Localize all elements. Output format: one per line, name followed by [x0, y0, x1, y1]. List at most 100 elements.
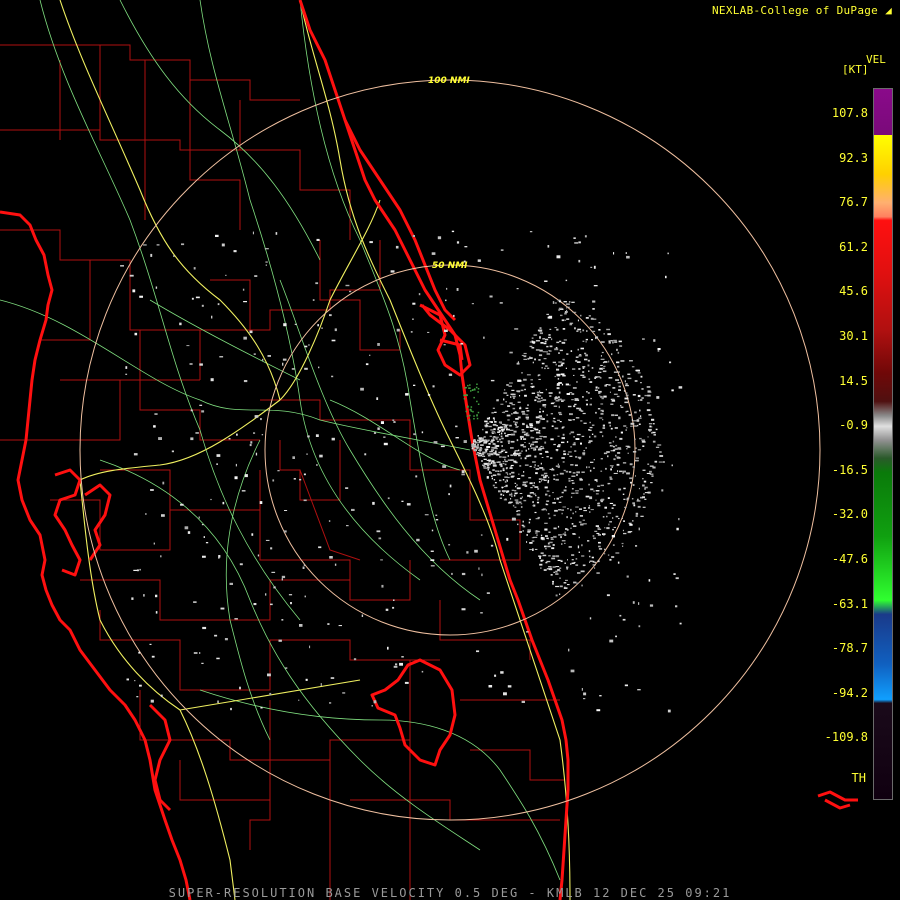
- echo-pixel: [327, 623, 330, 625]
- echo-pixel: [522, 530, 524, 532]
- echo-pixel: [547, 245, 550, 248]
- echo-pixel: [507, 419, 510, 421]
- echo-pixel: [525, 449, 527, 452]
- echo-pixel: [574, 450, 577, 452]
- echo-pixel: [586, 391, 588, 393]
- echo-pixel: [277, 470, 280, 472]
- echo-pixel: [490, 440, 494, 443]
- echo-pixel: [510, 464, 514, 467]
- echo-pixel: [500, 671, 504, 674]
- echo-pixel: [576, 330, 579, 332]
- echo-pixel: [290, 602, 292, 605]
- range-rings: [79, 79, 821, 821]
- echo-pixel: [553, 443, 556, 446]
- echo-pixel: [507, 455, 509, 457]
- echo-pixel: [500, 432, 503, 435]
- echo-pixel: [551, 338, 553, 341]
- echo-pixel: [583, 523, 587, 525]
- echo-pixel: [507, 405, 511, 407]
- echo-pixel: [548, 566, 552, 568]
- echo-pixel: [554, 348, 559, 351]
- echo-pixel: [474, 549, 478, 553]
- echo-pixel: [509, 429, 514, 431]
- echo-pixel: [586, 403, 588, 406]
- echo-pixel: [562, 328, 566, 330]
- legend-value-9: -32.0: [831, 507, 868, 522]
- echo-pixel: [566, 393, 571, 395]
- echo-pixel: [507, 440, 511, 443]
- echo-pixel: [526, 410, 530, 412]
- echo-pixel: [561, 383, 564, 386]
- echo-pixel: [578, 368, 581, 370]
- echo-pixel: [582, 564, 585, 567]
- echo-pixel: [635, 515, 638, 517]
- echo-pixel: [561, 540, 566, 542]
- legend-value-1: 92.3: [839, 150, 868, 165]
- echo-pixel: [448, 544, 451, 546]
- echo-pixel: [537, 499, 539, 501]
- echo-pixel: [637, 372, 641, 374]
- echo-pixel: [249, 443, 252, 447]
- echo-pixel: [488, 472, 492, 474]
- echo-pixel: [529, 465, 532, 468]
- echo-pixel: [607, 497, 610, 499]
- echo-pixel: [495, 453, 500, 456]
- echo-pixel: [342, 692, 346, 694]
- echo-pixel: [609, 502, 614, 504]
- echo-pixel: [498, 470, 500, 472]
- echo-pixel: [493, 428, 496, 431]
- echo-pixel: [477, 403, 480, 405]
- echo-pixel: [136, 569, 139, 572]
- echo-pixel: [653, 434, 656, 436]
- echo-pixel: [523, 358, 527, 360]
- echo-pixel: [568, 471, 572, 473]
- echo-pixel: [580, 410, 584, 412]
- echo-pixel: [613, 371, 618, 373]
- echo-pixel: [233, 250, 237, 253]
- echo-pixel: [540, 552, 544, 554]
- echo-pixel: [642, 478, 644, 480]
- echo-pixel: [413, 384, 416, 386]
- echo-pixel: [558, 365, 562, 367]
- echo-pixel: [228, 438, 231, 440]
- echo-pixel: [592, 308, 595, 310]
- echo-pixel: [353, 658, 357, 661]
- echo-pixel: [526, 541, 528, 543]
- echo-pixel: [461, 572, 466, 576]
- echo-pixel: [636, 500, 641, 502]
- echo-pixel: [475, 453, 480, 455]
- echo-pixel: [597, 504, 601, 507]
- echo-pixel: [602, 424, 605, 427]
- echo-pixel: [625, 383, 628, 385]
- echo-pixel: [605, 384, 609, 386]
- echo-pixel: [307, 435, 310, 438]
- echo-pixel: [558, 309, 560, 311]
- echo-pixel: [525, 433, 528, 435]
- echo-pixel: [593, 537, 596, 540]
- echo-pixel: [609, 558, 612, 561]
- echo-pixel: [610, 403, 614, 405]
- echo-pixel: [243, 380, 248, 383]
- echo-pixel: [623, 498, 626, 500]
- echo-pixel: [471, 447, 474, 450]
- echo-pixel: [525, 455, 529, 458]
- echo-pixel: [395, 245, 399, 249]
- echo-pixel: [518, 454, 521, 457]
- echo-pixel: [526, 426, 529, 428]
- echo-pixel: [550, 574, 553, 576]
- echo-pixel: [578, 551, 580, 553]
- echo-pixel: [316, 238, 320, 241]
- echo-pixel: [566, 528, 569, 531]
- echo-pixel: [535, 518, 540, 520]
- echo-pixel: [648, 428, 652, 431]
- echo-pixel: [484, 462, 488, 465]
- echo-pixel: [609, 639, 614, 643]
- echo-pixel: [540, 445, 543, 448]
- echo-pixel: [521, 384, 525, 387]
- echo-pixel: [534, 486, 539, 488]
- echo-pixel: [571, 492, 575, 494]
- echo-pixel: [548, 531, 551, 533]
- echo-pixel: [517, 362, 519, 365]
- echo-pixel: [203, 536, 205, 538]
- echo-pixel: [496, 440, 500, 443]
